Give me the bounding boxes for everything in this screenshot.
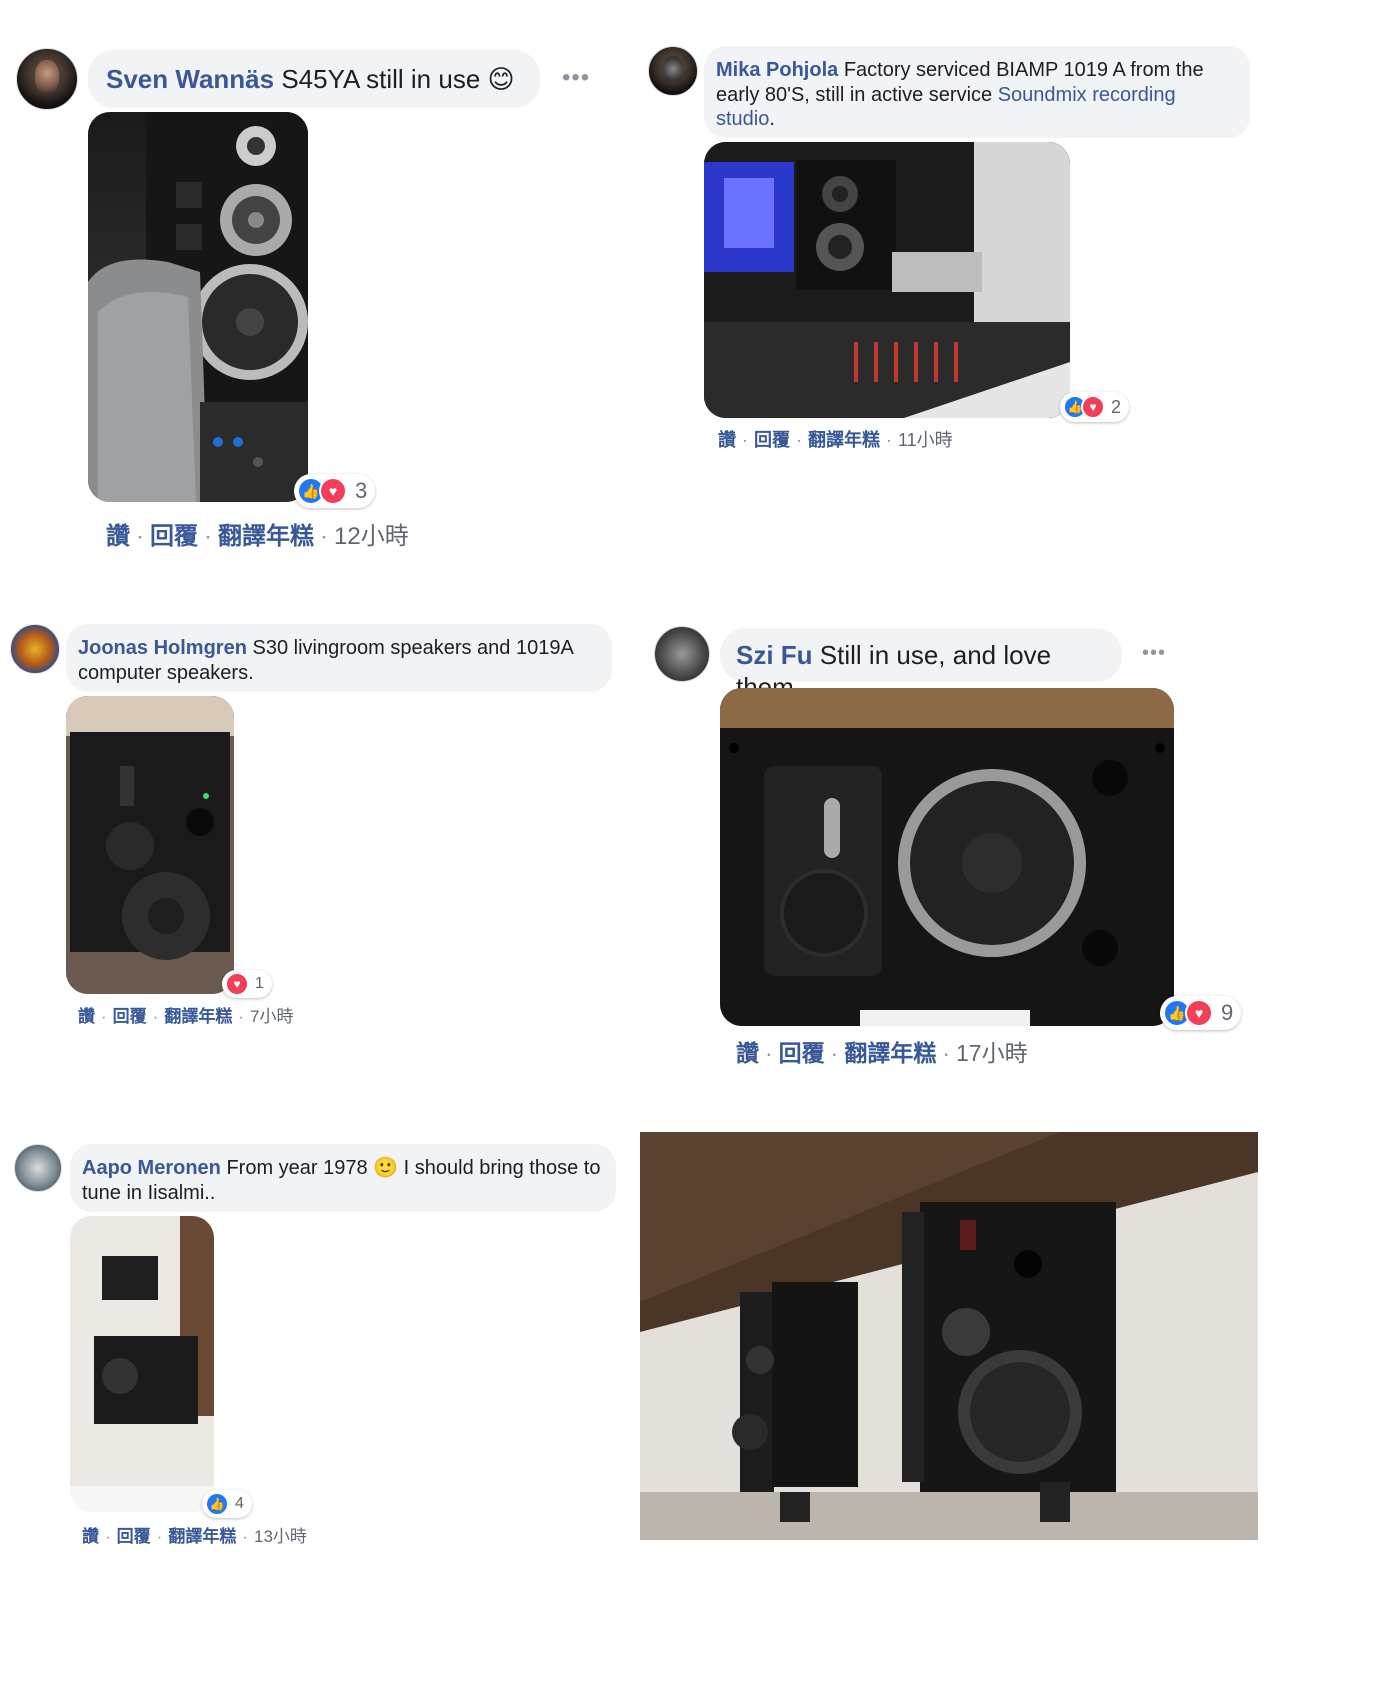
translate-link[interactable]: 翻譯年糕 [808, 430, 880, 450]
commenter-name[interactable]: Aapo Meronen [82, 1157, 221, 1179]
comment-aapo: Aapo Meronen From year 1978 🙂 I should b… [0, 1132, 630, 1562]
comment-photo[interactable] [704, 142, 1070, 418]
comment-photo[interactable] [88, 112, 308, 502]
reply-link[interactable]: 回覆 [779, 1040, 825, 1066]
reaction-count: 1 [255, 975, 264, 992]
comment-actions: 讚 · 回覆 · 翻譯年糕 · 7小時 [78, 1007, 294, 1026]
avatar[interactable] [14, 1144, 62, 1192]
timestamp[interactable]: 12小時 [334, 523, 409, 550]
like-link[interactable]: 讚 [736, 1040, 759, 1066]
reply-link[interactable]: 回覆 [754, 430, 790, 450]
love-icon: ♥ [319, 477, 347, 505]
like-link[interactable]: 讚 [718, 430, 736, 450]
speaker-photo-illustration [66, 696, 234, 994]
commenter-name[interactable]: Szi Fu [736, 640, 813, 670]
comment-text-end: . [769, 108, 775, 131]
wall-speakers-photo-illustration [70, 1216, 214, 1512]
reply-link[interactable]: 回覆 [113, 1007, 147, 1026]
reply-link[interactable]: 回覆 [150, 523, 198, 550]
comment-szi: Szi Fu Still in use, and love them. ••• … [636, 612, 1266, 1072]
comment-bubble: Szi Fu Still in use, and love them. [720, 628, 1122, 702]
commenter-name[interactable]: Mika Pohjola [716, 59, 838, 81]
timestamp[interactable]: 11小時 [898, 430, 953, 450]
timestamp[interactable]: 7小時 [250, 1007, 293, 1026]
reply-link[interactable]: 回覆 [117, 1527, 151, 1546]
reaction-summary[interactable]: 👍 4 [202, 1490, 252, 1518]
reaction-count: 4 [235, 1495, 244, 1512]
like-link[interactable]: 讚 [106, 523, 130, 550]
reaction-summary[interactable]: 👍 ♥ 2 [1060, 392, 1130, 422]
comment-sven: Sven Wannäs S45YA still in use 😊 ••• 👍 ♥… [0, 30, 630, 560]
avatar[interactable] [16, 48, 78, 110]
translate-link[interactable]: 翻譯年糕 [164, 1007, 232, 1026]
avatar[interactable] [648, 46, 698, 96]
comment-bubble: Mika Pohjola Factory serviced BIAMP 1019… [704, 46, 1250, 138]
reaction-count: 9 [1221, 1000, 1234, 1025]
timestamp[interactable]: 13小時 [254, 1527, 307, 1546]
genelec-speaker-photo-illustration [720, 688, 1174, 1026]
love-icon: ♥ [1081, 395, 1105, 419]
comment-photo[interactable] [70, 1216, 214, 1512]
studio-photo-illustration [704, 142, 1070, 418]
comment-text: From year 1978 [226, 1157, 368, 1179]
avatar[interactable] [10, 624, 60, 674]
comment-actions: 讚 · 回覆 · 翻譯年糕 · 17小時 [736, 1040, 1028, 1066]
comment-photo[interactable] [66, 696, 234, 994]
comment-actions: 讚 · 回覆 · 翻譯年糕 · 11小時 [718, 430, 953, 450]
comment-joonas: Joonas Holmgren S30 livingroom speakers … [0, 612, 630, 1042]
love-icon: ♥ [225, 972, 249, 996]
commenter-name[interactable]: Sven Wannäs [106, 64, 274, 94]
comment-bubble: Joonas Holmgren S30 livingroom speakers … [66, 624, 612, 692]
more-options-button[interactable]: ••• [1142, 642, 1166, 665]
translate-link[interactable]: 翻譯年糕 [844, 1040, 936, 1066]
comment-bubble: Sven Wannäs S45YA still in use 😊 [88, 50, 540, 108]
commenter-name[interactable]: Joonas Holmgren [78, 637, 247, 659]
reaction-count: 2 [1111, 396, 1122, 417]
translate-link[interactable]: 翻譯年糕 [218, 523, 314, 550]
love-icon: ♥ [1185, 999, 1213, 1027]
smile-emoji-icon: 😊 [487, 64, 515, 94]
reaction-summary[interactable]: 👍 ♥ 3 [294, 474, 376, 508]
timestamp[interactable]: 17小時 [956, 1040, 1028, 1066]
avatar[interactable] [654, 626, 710, 682]
comment-bubble: Aapo Meronen From year 1978 🙂 I should b… [70, 1144, 616, 1212]
more-options-button[interactable]: ••• [562, 64, 590, 92]
comment-mika: Mika Pohjola Factory serviced BIAMP 1019… [636, 30, 1266, 470]
like-link[interactable]: 讚 [82, 1527, 99, 1546]
speaker-photo-illustration [88, 112, 308, 502]
reaction-summary[interactable]: 👍 ♥ 9 [1160, 996, 1242, 1030]
wall-mounted-speakers-illustration [640, 1132, 1258, 1540]
large-speakers-photo [640, 1132, 1258, 1540]
smile-emoji-icon: 🙂 [373, 1157, 399, 1179]
comment-text: S45YA still in use [281, 64, 481, 94]
reaction-count: 3 [355, 478, 368, 503]
translate-link[interactable]: 翻譯年糕 [168, 1527, 236, 1546]
like-link[interactable]: 讚 [78, 1007, 95, 1026]
comment-actions: 讚 · 回覆 · 翻譯年糕 · 12小時 [106, 523, 409, 550]
comment-photo[interactable] [720, 688, 1174, 1026]
reaction-summary[interactable]: ♥ 1 [222, 970, 272, 998]
like-icon: 👍 [205, 1492, 229, 1516]
comment-actions: 讚 · 回覆 · 翻譯年糕 · 13小時 [82, 1527, 307, 1546]
